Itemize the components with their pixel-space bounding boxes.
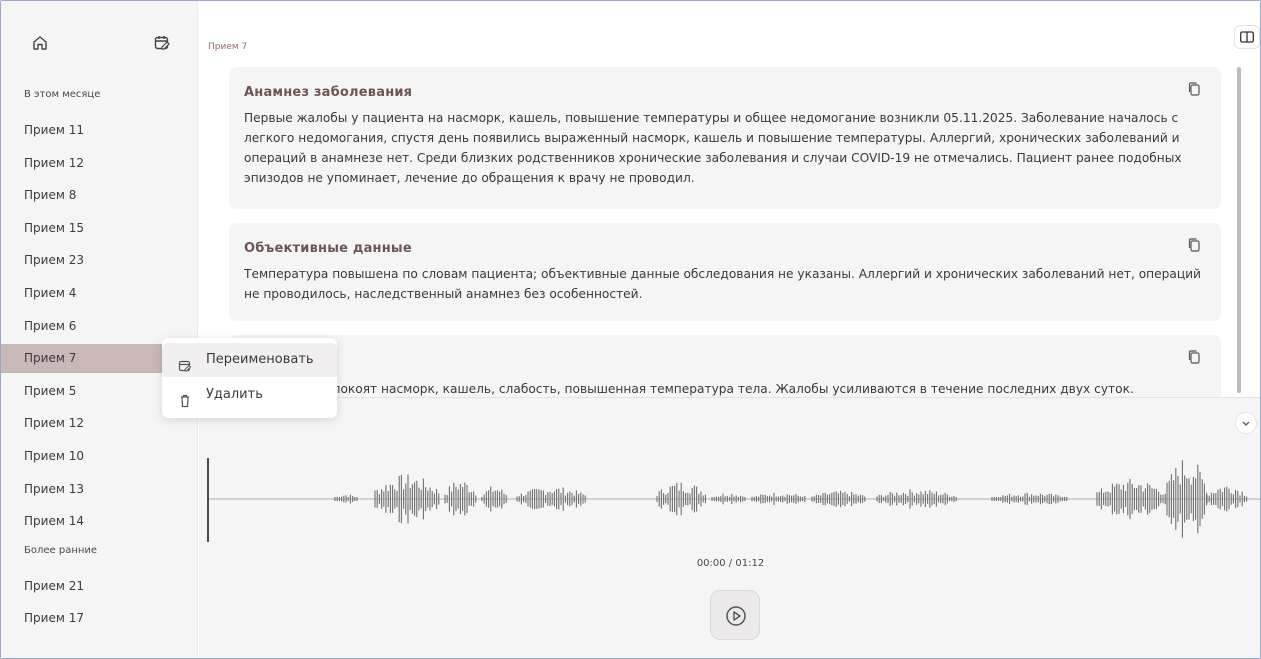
card-text: Пациента беспокоят насморк, кашель, слаб… [244, 382, 1134, 396]
notes-content: Анамнез заболевания Первые жалобы у паци… [229, 67, 1221, 397]
audio-player: 00:00 / 01:12 [199, 397, 1261, 658]
delete-menu-item[interactable]: Удалить [162, 378, 337, 412]
sidebar-item[interactable]: Прием 8 [1, 181, 198, 210]
sidebar-item[interactable]: Прием 23 [1, 246, 198, 275]
book-icon [1240, 31, 1254, 43]
sidebar-item[interactable]: Прием 11 [1, 116, 198, 145]
card-objective: Объективные данные Температура повышена … [229, 223, 1221, 321]
card-anamnesis: Анамнез заболевания Первые жалобы у паци… [229, 67, 1221, 209]
rename-menu-item[interactable]: Переименовать [162, 343, 337, 377]
sidebar-item[interactable]: Прием 13 [1, 475, 198, 504]
sidebar-item[interactable]: Прием 12 [1, 149, 198, 178]
sidebar-item[interactable]: Прием 14 [1, 507, 198, 536]
card-complaints: Пациента беспокоят насморк, кашель, слаб… [229, 335, 1221, 397]
play-icon [726, 606, 746, 626]
chevron-down-icon [1242, 421, 1250, 426]
sidebar-item[interactable]: Прием 10 [1, 442, 198, 471]
card-text: Температура повышена по словам пациента;… [244, 267, 1201, 301]
context-menu: Переименовать Удалить [162, 338, 337, 418]
edit-calendar-icon [178, 353, 192, 372]
sidebar-group-title: В этом месяце [24, 89, 101, 100]
sidebar-header [1, 1, 198, 81]
panel-toggle-button[interactable] [1234, 25, 1260, 49]
playback-time: 00:00 / 01:12 [696, 558, 765, 569]
delete-label: Удалить [206, 387, 263, 402]
trash-icon [178, 388, 192, 408]
copy-icon[interactable] [1187, 237, 1201, 253]
home-icon[interactable] [31, 34, 51, 54]
rename-label: Переименовать [206, 352, 314, 367]
copy-icon[interactable] [1187, 81, 1201, 97]
card-title: Анамнез заболевания [244, 85, 413, 100]
sidebar-item[interactable]: Прием 4 [1, 279, 198, 308]
sidebar-item[interactable]: Прием 15 [1, 214, 198, 243]
app-window: В этом месяце Прием 11 Прием 12 Прием 8 Прие… [0, 0, 1261, 659]
content-scrollbar[interactable] [1237, 67, 1241, 393]
sidebar-item[interactable]: Прием 21 [1, 572, 198, 601]
play-button[interactable] [710, 590, 760, 640]
collapse-player-button[interactable] [1235, 412, 1257, 434]
sidebar-group-title: Более ранние [24, 544, 98, 556]
card-title: Объективные данные [244, 241, 412, 256]
breadcrumb: Прием 7 [208, 42, 248, 52]
sidebar-item[interactable]: Прием 6 [1, 312, 198, 341]
sidebar-item[interactable]: Прием 17 [1, 604, 198, 633]
new-appointment-icon[interactable] [153, 34, 173, 54]
card-text: Первые жалобы у пациента на насморк, каш… [244, 111, 1182, 185]
sidebar: В этом месяце Прием 11 Прием 12 Прием 8 Прие… [1, 1, 198, 658]
copy-icon[interactable] [1187, 349, 1201, 365]
audio-waveform[interactable] [207, 454, 1261, 544]
